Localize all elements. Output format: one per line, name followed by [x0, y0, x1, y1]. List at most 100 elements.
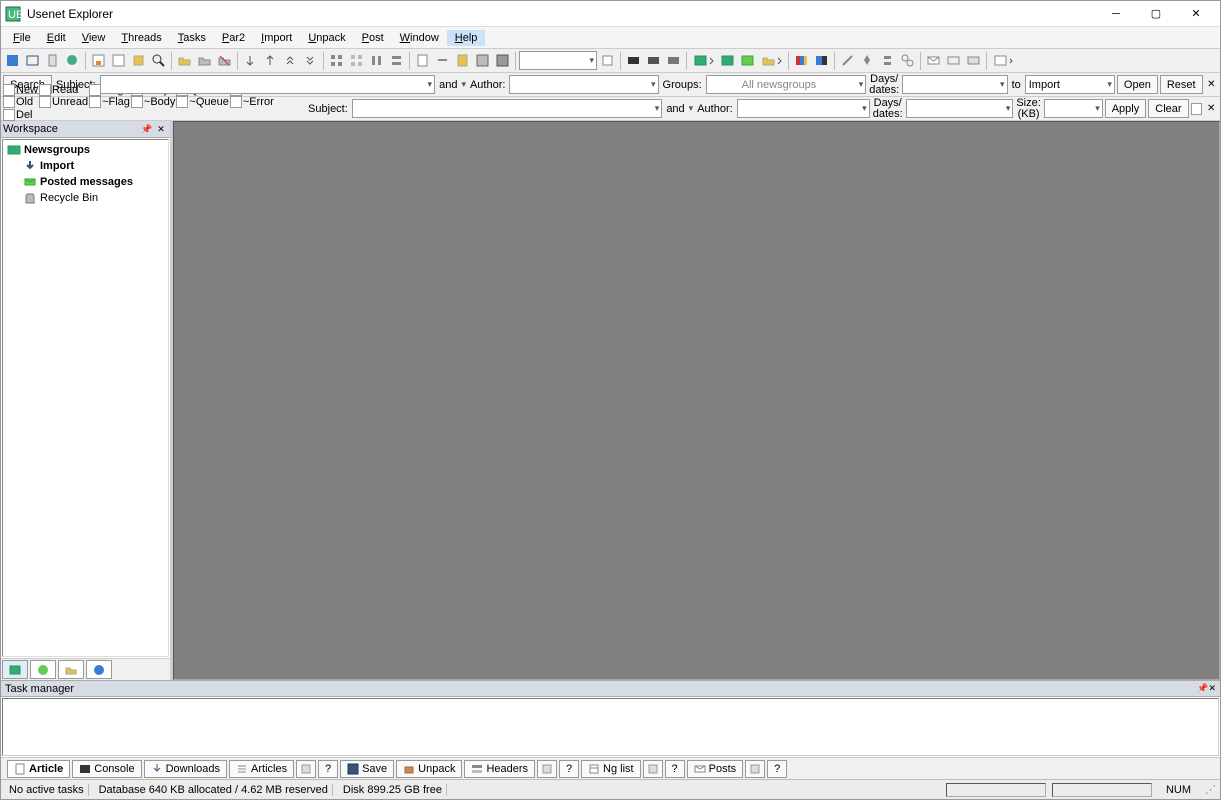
menu-threads[interactable]: Threads — [113, 30, 169, 46]
dropdown-icon[interactable]: ▾ — [461, 79, 466, 90]
toolbar-button[interactable] — [598, 51, 617, 70]
apply-button[interactable]: Apply — [1105, 99, 1147, 118]
bottom-tab-question[interactable]: ? — [767, 760, 787, 778]
toolbar-button[interactable] — [109, 51, 128, 70]
reset-button[interactable]: Reset — [1160, 75, 1203, 94]
maximize-button[interactable]: ▢ — [1136, 2, 1176, 26]
toolbar-button[interactable] — [301, 51, 320, 70]
menu-unpack[interactable]: Unpack — [300, 30, 353, 46]
bottom-tab-question[interactable]: ? — [665, 760, 685, 778]
toolbar-button[interactable] — [367, 51, 386, 70]
bottom-tab-question[interactable]: ? — [559, 760, 579, 778]
resize-grip-icon[interactable]: ⋰ — [1205, 783, 1216, 796]
toolbar-button[interactable] — [413, 51, 432, 70]
toolbar-button[interactable] — [3, 51, 22, 70]
tree-node-newsgroups[interactable]: Newsgroups — [5, 142, 166, 158]
workspace-tab-3[interactable] — [58, 660, 84, 679]
bottom-tab-sq[interactable] — [643, 760, 663, 778]
flag-checkbox-new[interactable] — [3, 84, 15, 96]
subject-input[interactable] — [100, 75, 435, 94]
toolbar-button[interactable] — [473, 51, 492, 70]
dropdown-icon[interactable]: ▾ — [689, 103, 694, 114]
toolbar-button[interactable] — [664, 51, 683, 70]
open-button[interactable]: Open — [1117, 75, 1158, 94]
size-input[interactable] — [1044, 99, 1103, 118]
toolbar-button[interactable] — [964, 51, 983, 70]
flag-checkbox-old[interactable] — [3, 96, 15, 108]
menu-view[interactable]: View — [74, 30, 114, 46]
tree-node-import[interactable]: Import — [5, 158, 166, 174]
bottom-tab-unpack[interactable]: Unpack — [396, 760, 462, 778]
bottom-tab-posts[interactable]: Posts — [687, 760, 744, 778]
menu-par2[interactable]: Par2 — [214, 30, 253, 46]
bottom-tab-downloads[interactable]: Downloads — [144, 760, 227, 778]
toolbar-button[interactable] — [838, 51, 857, 70]
toolbar-button[interactable] — [433, 51, 452, 70]
toolbar-button[interactable] — [898, 51, 917, 70]
close-button[interactable]: ✕ — [1176, 2, 1216, 26]
toolbar-button[interactable] — [944, 51, 963, 70]
toolbar-button[interactable] — [175, 51, 194, 70]
toolbar-button[interactable] — [812, 51, 831, 70]
toolbar-button[interactable] — [347, 51, 366, 70]
flag-checkbox-not-error[interactable] — [230, 96, 242, 108]
minimize-button[interactable]: ─ — [1096, 2, 1136, 26]
toolbar-button[interactable] — [858, 51, 877, 70]
pin-icon[interactable]: 📌 — [140, 122, 154, 136]
tree-node-posted-messages[interactable]: Posted messages — [5, 174, 166, 190]
workspace-tab-2[interactable] — [30, 660, 56, 679]
toolbar-button[interactable] — [644, 51, 663, 70]
flag-checkbox-del[interactable] — [3, 109, 15, 121]
toolbar-button[interactable] — [149, 51, 168, 70]
menu-window[interactable]: Window — [392, 30, 447, 46]
bottom-tab-sq[interactable] — [745, 760, 765, 778]
filter-checkbox[interactable] — [1191, 103, 1203, 115]
tree-node-recycle-bin[interactable]: Recycle Bin — [5, 190, 166, 206]
menu-post[interactable]: Post — [354, 30, 392, 46]
subject-input-2[interactable] — [352, 99, 663, 118]
toolbar-button[interactable] — [990, 51, 1017, 70]
close-searchbar-button[interactable]: ✕ — [1205, 78, 1218, 92]
toolbar-button[interactable] — [718, 51, 737, 70]
close-taskmanager-button[interactable]: ✕ — [1208, 683, 1216, 694]
bottom-tab-question[interactable]: ? — [318, 760, 338, 778]
close-workspace-button[interactable]: ✕ — [154, 122, 168, 136]
author-input[interactable] — [509, 75, 658, 94]
bottom-tab-article[interactable]: Article — [7, 760, 70, 778]
close-filterbar-button[interactable]: ✕ — [1204, 102, 1218, 116]
toolbar-button[interactable] — [690, 51, 717, 70]
flag-checkbox-read[interactable] — [39, 84, 51, 96]
bottom-tab-sq[interactable] — [296, 760, 316, 778]
flag-checkbox-not-body[interactable] — [131, 96, 143, 108]
flag-checkbox-not-queue[interactable] — [176, 96, 188, 108]
toolbar-button[interactable] — [195, 51, 214, 70]
toolbar-combo[interactable] — [519, 51, 597, 70]
toolbar-button[interactable] — [261, 51, 280, 70]
bottom-tab-articles[interactable]: Articles — [229, 760, 294, 778]
bottom-tab-headers[interactable]: Headers — [464, 760, 535, 778]
toolbar-button[interactable] — [792, 51, 811, 70]
workspace-tree[interactable]: NewsgroupsImportPosted messagesRecycle B… — [2, 139, 169, 657]
toolbar-button[interactable] — [43, 51, 62, 70]
groups-input[interactable]: All newsgroups — [706, 75, 867, 94]
toolbar-button[interactable] — [215, 51, 234, 70]
bottom-tab-console[interactable]: Console — [72, 760, 141, 778]
toolbar-button[interactable] — [924, 51, 943, 70]
dates-input-2[interactable] — [906, 99, 1014, 118]
flag-checkbox-unread[interactable] — [39, 96, 51, 108]
toolbar-button[interactable] — [758, 51, 785, 70]
toolbar-button[interactable] — [878, 51, 897, 70]
flag-checkbox-not-flag[interactable] — [89, 96, 101, 108]
toolbar-button[interactable] — [23, 51, 42, 70]
menu-edit[interactable]: Edit — [39, 30, 74, 46]
menu-tasks[interactable]: Tasks — [170, 30, 214, 46]
pin-icon[interactable]: 📌 — [1197, 683, 1208, 694]
clear-button[interactable]: Clear — [1148, 99, 1188, 118]
toolbar-button[interactable] — [327, 51, 346, 70]
toolbar-button[interactable] — [89, 51, 108, 70]
toolbar-button[interactable] — [129, 51, 148, 70]
toolbar-button[interactable] — [387, 51, 406, 70]
import-combo[interactable]: Import — [1025, 75, 1115, 94]
toolbar-button[interactable] — [493, 51, 512, 70]
workspace-tab-4[interactable] — [86, 660, 112, 679]
